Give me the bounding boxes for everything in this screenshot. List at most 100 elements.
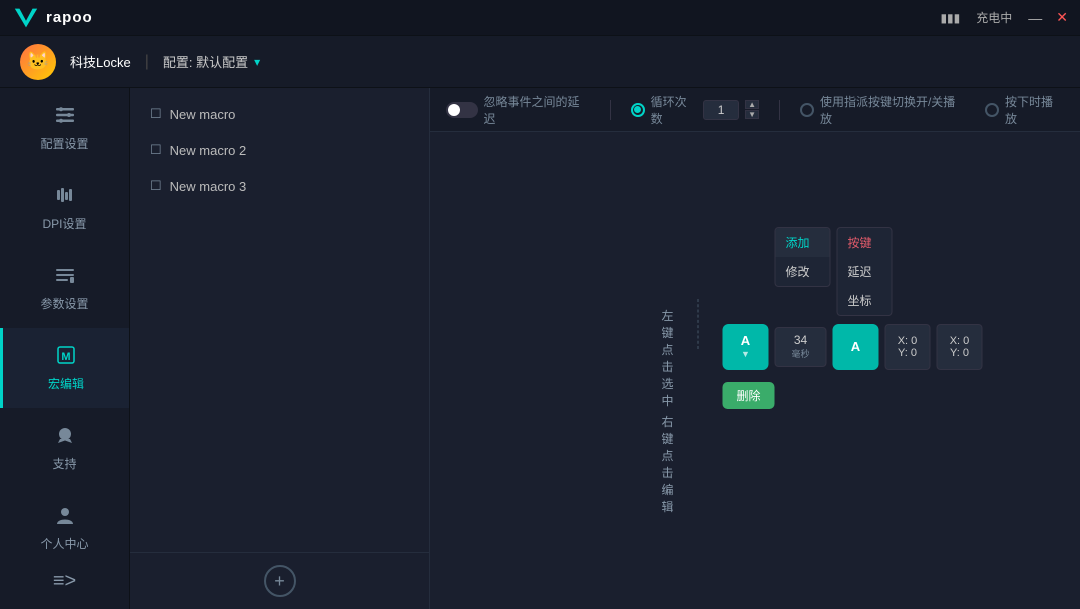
minimize-button[interactable]: —: [1028, 10, 1042, 26]
stepper-down-button[interactable]: ▼: [745, 110, 759, 119]
add-menu-item[interactable]: 添加: [776, 228, 830, 257]
delete-row: 删除: [723, 382, 775, 409]
hint-text: 左键点击选中 右键点击编辑: [658, 227, 674, 515]
toggle-switch[interactable]: [446, 102, 478, 118]
macro-icon: M: [55, 344, 77, 370]
sidebar-item-support[interactable]: 支持: [0, 408, 129, 488]
toolbar-divider-2: [779, 100, 780, 120]
sidebar-item-label: 宏编辑: [48, 375, 84, 392]
key-menu-item[interactable]: 按键: [838, 228, 892, 257]
macro-item-2[interactable]: ☐ New macro 2: [130, 132, 429, 168]
xy-node-1: X: 0 Y: 0: [885, 324, 931, 370]
key-node-a2[interactable]: A: [833, 324, 879, 370]
canvas-content: 左键点击选中 右键点击编辑 添加 修改: [658, 227, 983, 515]
loop-count-item: 循环次数 ▲ ▼: [631, 93, 759, 127]
node-row: A ▼ 34 毫秒 A: [723, 324, 983, 370]
dpi-icon: [54, 184, 76, 210]
macro-diagram: 添加 修改 按键 延迟 坐标 A: [723, 227, 983, 409]
key-a2-label: A: [851, 339, 860, 355]
press-play-item[interactable]: 按下时播放: [985, 93, 1064, 127]
delay-menu-item[interactable]: 延迟: [838, 257, 892, 286]
key-a-label: A: [741, 333, 750, 349]
sidebar-item-label: DPI设置: [42, 215, 86, 232]
macro-item-label: New macro 3: [170, 179, 247, 194]
macro-file-icon: ☐: [150, 142, 162, 158]
add-macro-button[interactable]: +: [264, 565, 296, 597]
support-icon: [54, 424, 76, 450]
titlebar-controls: — ✕: [1028, 9, 1068, 26]
coord-menu-item[interactable]: 坐标: [838, 286, 892, 315]
sidebar-item-label: 个人中心: [40, 535, 88, 552]
macro-item-3[interactable]: ☐ New macro 3: [130, 168, 429, 204]
macro-file-icon: ☐: [150, 178, 162, 194]
y2-label: Y: 0: [950, 347, 969, 359]
avatar: 🐱: [20, 44, 56, 80]
connector-line: [698, 227, 699, 349]
battery-icon: ▮▮▮: [940, 11, 960, 25]
sidebar-item-label: 配置设置: [40, 135, 88, 152]
hint-line2: 右键点击编辑: [658, 413, 674, 515]
use-key-toggle-item[interactable]: 使用指派按键切换开/关播放: [800, 93, 965, 127]
collapse-icon: ≡>: [53, 570, 76, 593]
titlebar-right: ▮▮▮ 充电中 — ✕: [940, 9, 1068, 26]
use-key-radio[interactable]: [800, 103, 814, 117]
time-value: 34: [794, 333, 807, 347]
toolbar-divider: [610, 100, 611, 120]
chevron-down-icon: ▾: [254, 55, 260, 69]
sidebar-item-params[interactable]: 参数设置: [0, 248, 129, 328]
macro-item-1[interactable]: ☐ New macro: [130, 96, 429, 132]
x2-label: X: 0: [950, 335, 970, 347]
y1-label: Y: 0: [898, 347, 917, 359]
macro-file-icon: ☐: [150, 106, 162, 122]
macro-list: ☐ New macro ☐ New macro 2 ☐ New macro 3: [130, 88, 429, 552]
use-key-label: 使用指派按键切换开/关播放: [820, 93, 965, 127]
press-play-radio[interactable]: [985, 103, 999, 117]
modify-menu-item[interactable]: 修改: [776, 257, 830, 286]
titlebar-left: rapoo: [12, 4, 93, 32]
params-icon: [54, 264, 76, 290]
editor-toolbar: 忽略事件之间的延迟 循环次数 ▲ ▼ 使用指派按键切换开/关播放 按下时播放: [430, 88, 1080, 132]
sidebar-item-label: 支持: [52, 455, 76, 472]
context-menu-area: 添加 修改 按键 延迟 坐标: [775, 227, 893, 316]
hint-line1: 左键点击选中: [658, 307, 674, 409]
editor-canvas: 左键点击选中 右键点击编辑 添加 修改: [430, 132, 1080, 609]
header: 🐱 科技Locke | 配置: 默认配置 ▾: [0, 36, 1080, 88]
macro-list-footer: +: [130, 552, 429, 609]
ignore-delay-label: 忽略事件之间的延迟: [484, 93, 590, 127]
config-label: 配置: 默认配置: [163, 52, 248, 71]
sidebar-item-macro[interactable]: M 宏编辑: [0, 328, 129, 408]
svg-text:M: M: [61, 351, 70, 363]
close-button[interactable]: ✕: [1056, 9, 1068, 26]
sidebar-item-config[interactable]: 配置设置: [0, 88, 129, 168]
titlebar: rapoo ▮▮▮ 充电中 — ✕: [0, 0, 1080, 36]
connector-dashes: [698, 299, 699, 349]
editor-panel: 忽略事件之间的延迟 循环次数 ▲ ▼ 使用指派按键切换开/关播放 按下时播放: [430, 88, 1080, 609]
sidebar-item-label: 参数设置: [40, 295, 88, 312]
loop-count-label: 循环次数: [651, 93, 698, 127]
key-node-a1[interactable]: A ▼: [723, 324, 769, 370]
sidebar-item-dpi[interactable]: DPI设置: [0, 168, 129, 248]
main-layout: 配置设置 DPI设置 参数设置: [0, 88, 1080, 609]
battery-label: 充电中: [976, 9, 1012, 26]
x1-label: X: 0: [898, 335, 918, 347]
macro-panel: ☐ New macro ☐ New macro 2 ☐ New macro 3 …: [130, 88, 430, 609]
brand-name: rapoo: [46, 9, 93, 26]
ignore-delay-toggle[interactable]: 忽略事件之间的延迟: [446, 93, 590, 127]
press-play-label: 按下时播放: [1005, 93, 1064, 127]
config-selector[interactable]: 配置: 默认配置 ▾: [163, 52, 260, 71]
loop-stepper: ▲ ▼: [745, 100, 759, 119]
left-context-menu: 添加 修改: [775, 227, 831, 287]
collapse-button[interactable]: ≡>: [0, 570, 129, 593]
logo: rapoo: [12, 4, 93, 32]
down-arrow: ▼: [741, 349, 750, 360]
loop-count-input[interactable]: [703, 100, 739, 120]
macro-item-label: New macro: [170, 107, 236, 122]
macro-item-label: New macro 2: [170, 143, 247, 158]
stepper-up-button[interactable]: ▲: [745, 100, 759, 109]
right-context-menu: 按键 延迟 坐标: [837, 227, 893, 316]
delete-button[interactable]: 删除: [723, 382, 775, 409]
loop-count-radio[interactable]: [631, 103, 645, 117]
config-icon: [54, 104, 76, 130]
sidebar-item-profile[interactable]: 个人中心: [0, 488, 129, 568]
user-name: 科技Locke: [70, 52, 131, 71]
